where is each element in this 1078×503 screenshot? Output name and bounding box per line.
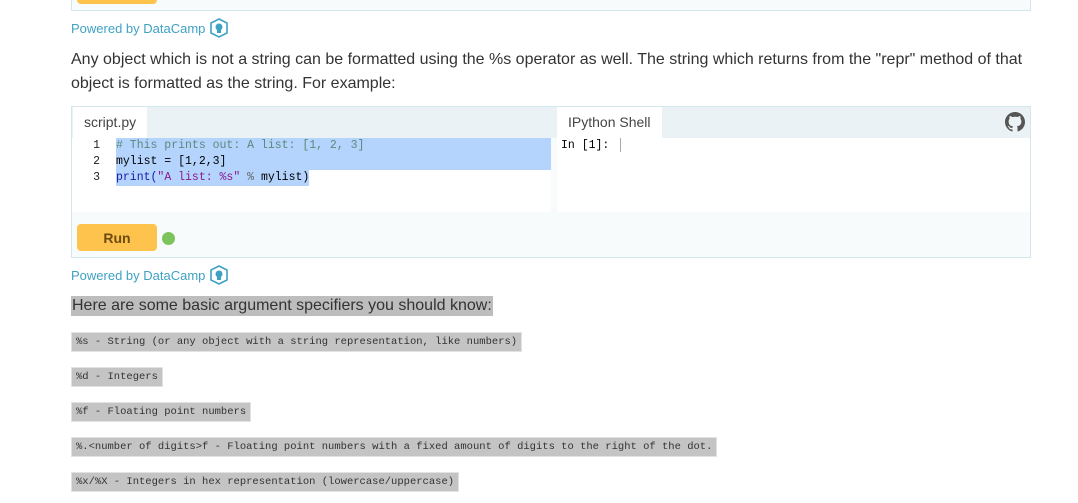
tab-bar: script.py IPython Shell <box>72 107 1030 138</box>
code-editor[interactable]: 1 # This prints out: A list: [1, 2, 3] 2 m… <box>72 138 551 212</box>
powered-by-datacamp[interactable]: Powered by DataCamp <box>71 18 229 38</box>
specifier-item: %f - Floating point numbers <box>71 402 252 422</box>
datacamp-logo-icon <box>210 18 229 38</box>
powered-by-label: Powered by DataCamp <box>71 267 206 283</box>
code-text: # This prints out: A list: [1, 2, 3] <box>116 139 365 152</box>
run-bar: Run <box>72 218 1030 257</box>
specifier-item: %x/%X - Integers in hex representation (… <box>71 472 460 492</box>
datacamp-logo-icon <box>210 265 229 285</box>
previous-widget-footer <box>71 0 1031 11</box>
status-indicator <box>162 232 175 245</box>
line-number: 1 <box>93 139 100 152</box>
code-token: "A list: %s" <box>157 171 241 184</box>
tab-shell[interactable]: IPython Shell <box>557 107 662 138</box>
code-line: 3 print("A list: %s" % mylist) <box>72 170 551 186</box>
previous-run-button[interactable] <box>77 0 157 4</box>
code-line: 2 mylist = [1,2,3] <box>72 154 551 170</box>
specifiers-heading: Here are some basic argument specifiers … <box>71 296 493 316</box>
code-token: mylist) <box>260 171 310 184</box>
shell-prompt: In [1]: <box>561 139 610 153</box>
code-token: print( <box>116 171 158 184</box>
run-button[interactable]: Run <box>77 224 157 251</box>
code-token: % <box>240 171 261 184</box>
specifier-item: %d - Integers <box>71 367 163 387</box>
intro-paragraph: Any object which is not a string can be … <box>71 51 1023 92</box>
specifier-item: %.<number of digits>f - Floating point n… <box>71 437 718 457</box>
code-line: 1 # This prints out: A list: [1, 2, 3] <box>72 138 551 154</box>
line-number: 2 <box>93 155 100 168</box>
powered-by-datacamp[interactable]: Powered by DataCamp <box>71 265 229 285</box>
github-icon[interactable] <box>1005 112 1025 132</box>
powered-by-label: Powered by DataCamp <box>71 20 206 36</box>
tab-script[interactable]: script.py <box>73 107 148 138</box>
line-number: 3 <box>93 171 100 184</box>
specifier-item: %s - String (or any object with a string… <box>71 332 523 352</box>
shell-cursor <box>620 138 622 152</box>
code-text: print("A list: %s" % mylist) <box>116 170 310 186</box>
code-text: mylist = [1,2,3] <box>116 155 227 168</box>
ipython-shell[interactable]: In [1]: <box>557 138 1030 212</box>
code-widget: script.py IPython Shell 1 # This prints o… <box>71 106 1031 258</box>
